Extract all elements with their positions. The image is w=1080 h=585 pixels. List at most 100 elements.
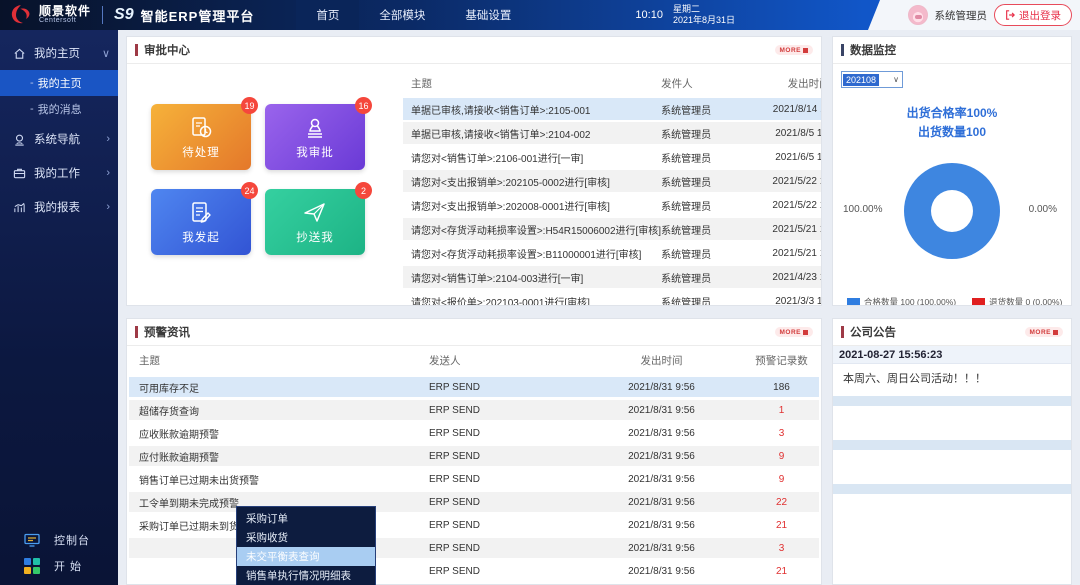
row-topic: 应收账款逾期预警 — [129, 426, 429, 441]
clock-area: 10:10 星期二 2021年8月31日 — [635, 0, 735, 30]
approval-table-row[interactable]: 请您对<支出报销单>:202008-0001进行[审核] 系统管理员 2021/… — [403, 194, 822, 216]
briefcase-icon — [13, 167, 26, 180]
tile-initiated-by-me[interactable]: 我发起 24 — [151, 189, 251, 255]
approval-table-row[interactable]: 请您对<支出报销单>:202105-0002进行[审核] 系统管理员 2021/… — [403, 170, 822, 192]
nav-tab-home[interactable]: 首页 — [296, 0, 359, 30]
tile-my-approvals[interactable]: 我审批 16 — [265, 104, 365, 170]
tile-cc-to-me[interactable]: 抄送我 2 — [265, 189, 365, 255]
weekday: 星期二 — [673, 4, 700, 14]
warning-more-button[interactable]: MORE — [775, 327, 814, 337]
announcements-more-button[interactable]: MORE — [1025, 327, 1064, 337]
data-monitor-body: 202108 ∨ 出货合格率100% 出货数量100 100.00% 0.00%… — [833, 64, 1071, 306]
nav-tab-basic-settings[interactable]: 基础设置 — [445, 0, 531, 30]
tile-badge: 2 — [355, 182, 372, 199]
row-time: 2021/8/31 9:56 — [579, 497, 744, 508]
approval-table-row[interactable]: 请您对<存货浮动耗损率设置>:B11000001进行[审核] 系统管理员 202… — [403, 242, 822, 264]
console-button[interactable]: 控制台 — [0, 527, 118, 553]
clock-date: 星期二 2021年8月31日 — [673, 4, 735, 26]
row-time: 2021/8/31 9:56 — [579, 474, 744, 485]
tile-label: 抄送我 — [296, 229, 334, 245]
row-sender: ERP SEND — [429, 566, 579, 577]
title-bar-accent — [135, 44, 138, 56]
user-name: 系统管理员 — [935, 8, 988, 23]
sidebar-item-my-reports[interactable]: 我的报表 › — [0, 190, 118, 224]
row-time: 2021/5/21 16:13 — [756, 248, 822, 259]
announcement-empty-slot — [833, 450, 1071, 484]
approval-more-button[interactable]: MORE — [775, 45, 814, 55]
sidebar-subitem-my-messages[interactable]: 我的消息 — [0, 96, 118, 122]
donut-ring — [904, 163, 1000, 259]
sidebar-item-label: 我的工作 — [34, 165, 98, 181]
warning-table-row[interactable]: 可用库存不足 ERP SEND 2021/8/31 9:56 186 — [129, 377, 819, 397]
row-time: 2021/8/31 9:56 — [579, 382, 744, 393]
approval-table-row[interactable]: 单据已审核,请接收<销售订单>:2104-002 系统管理员 2021/8/5 … — [403, 122, 822, 144]
warning-table-row[interactable]: 应收账款逾期预警 ERP SEND 2021/8/31 9:56 3 — [129, 423, 819, 443]
menu-item-sales-execution-report[interactable]: 销售单执行情况明细表 — [237, 566, 375, 585]
approval-center-body: 待处理 19 我审批 16 — [127, 64, 821, 306]
row-time: 2021/5/22 17:41 — [756, 176, 822, 187]
chevron-right-icon: › — [106, 201, 110, 213]
console-icon — [24, 533, 40, 547]
data-monitor-panel: 数据监控 202108 ∨ 出货合格率100% 出货数量100 100.00% … — [832, 36, 1072, 306]
menu-item-purchase-order[interactable]: 采购订单 — [237, 509, 375, 528]
console-label: 控制台 — [54, 532, 90, 548]
warning-info-title: 预警资讯 — [135, 324, 190, 340]
title-bar-accent — [135, 326, 138, 338]
warning-table-row[interactable]: 采购订单已过期未到货预警 ERP SEND 2021/8/31 9:56 21 — [129, 515, 819, 535]
warning-table-row[interactable]: 应付账款逾期预警 ERP SEND 2021/8/31 9:56 9 — [129, 446, 819, 466]
row-topic: 单据已审核,请接收<销售订单>:2105-001 — [403, 102, 661, 117]
stamp-icon — [302, 115, 328, 141]
announcement-empty-slot — [833, 494, 1071, 584]
doc-clock-icon — [188, 115, 214, 141]
tile-label: 待处理 — [182, 144, 220, 160]
nav-tab-all-modules[interactable]: 全部模块 — [359, 0, 445, 30]
data-monitor-header: 数据监控 — [833, 37, 1071, 64]
donut-label-right: 0.00% — [1029, 204, 1057, 215]
warning-table-row[interactable]: ERP SEND 2021/8/31 9:56 3 — [129, 538, 819, 558]
row-count: 9 — [744, 451, 819, 462]
tile-badge: 19 — [241, 97, 258, 114]
announcements-header: 公司公告 MORE — [833, 319, 1071, 346]
sidebar-item-my-home[interactable]: 我的主页 ∨ — [0, 36, 118, 70]
date: 2021年8月31日 — [673, 15, 735, 25]
period-select[interactable]: 202108 ∨ — [841, 71, 903, 88]
shipment-stats: 出货合格率100% 出货数量100 — [841, 104, 1063, 142]
announcement-timestamp: 2021-08-27 15:56:23 — [833, 346, 1071, 364]
sidebar-subitem-my-home[interactable]: 我的主页 — [0, 70, 118, 96]
warning-info-header: 预警资讯 MORE — [127, 319, 821, 346]
s9-logo: S9 — [114, 6, 134, 24]
warning-table-row[interactable]: 超储存货查询 ERP SEND 2021/8/31 9:56 1 — [129, 400, 819, 420]
row-count: 186 — [744, 382, 819, 393]
row-sender: 系统管理员 — [661, 174, 756, 189]
approval-table-row[interactable]: 请您对<销售订单>:2106-001进行[一审] 系统管理员 2021/6/5 … — [403, 146, 822, 168]
user-avatar[interactable] — [908, 5, 928, 25]
row-topic: 超储存货查询 — [129, 403, 429, 418]
warning-table-row[interactable]: ERP SEND 2021/8/31 9:56 21 — [129, 561, 819, 581]
tile-label: 我审批 — [296, 144, 334, 160]
warning-table: 主题 发送人 发出时间 预警记录数 可用库存不足 ERP SEND 2021/8… — [127, 346, 821, 584]
pass-rate-text: 出货合格率100% — [841, 104, 1063, 123]
page-body: 我的主页 ∨ 我的主页 我的消息 系统导航 › 我的工作 › 我的报表 — [0, 30, 1080, 585]
warning-table-row[interactable]: 工令单到期未完成预警 ERP SEND 2021/8/31 9:56 22 — [129, 492, 819, 512]
logout-label: 退出登录 — [1019, 8, 1061, 23]
row-time: 2021/8/31 9:56 — [579, 451, 744, 462]
announcement-empty-slot — [833, 406, 1071, 440]
approval-table-row[interactable]: 请您对<销售订单>:2104-003进行[一审] 系统管理员 2021/4/23… — [403, 266, 822, 288]
menu-item-purchase-receipt[interactable]: 采购收货 — [237, 528, 375, 547]
row-sender: ERP SEND — [429, 474, 579, 485]
tile-pending[interactable]: 待处理 19 — [151, 104, 251, 170]
sidebar-item-system-nav[interactable]: 系统导航 › — [0, 122, 118, 156]
start-label: 开 始 — [54, 558, 82, 574]
logout-button[interactable]: 退出登录 — [994, 4, 1072, 26]
approval-table-row[interactable]: 请您对<报价单>:202103-0001进行[审核] 系统管理员 2021/3/… — [403, 290, 822, 306]
row-count: 21 — [744, 520, 819, 531]
sidebar-item-my-work[interactable]: 我的工作 › — [0, 156, 118, 190]
row-topic: 请您对<报价单>:202103-0001进行[审核] — [403, 294, 661, 307]
menu-item-highlighted[interactable]: 未交平衡表查询 — [237, 547, 375, 566]
approval-table-row[interactable]: 请您对<存货浮动耗损率设置>:H54R15006002进行[审核] 系统管理员 … — [403, 218, 822, 240]
approval-table-row[interactable]: 单据已审核,请接收<销售订单>:2105-001 系统管理员 2021/8/14… — [403, 98, 822, 120]
warning-table-row[interactable]: 销售订单已过期未出货预警 ERP SEND 2021/8/31 9:56 9 — [129, 469, 819, 489]
paper-plane-icon — [302, 200, 328, 226]
company-name-cn: 顺景软件 — [39, 6, 91, 17]
start-button[interactable]: 开 始 — [0, 553, 118, 579]
